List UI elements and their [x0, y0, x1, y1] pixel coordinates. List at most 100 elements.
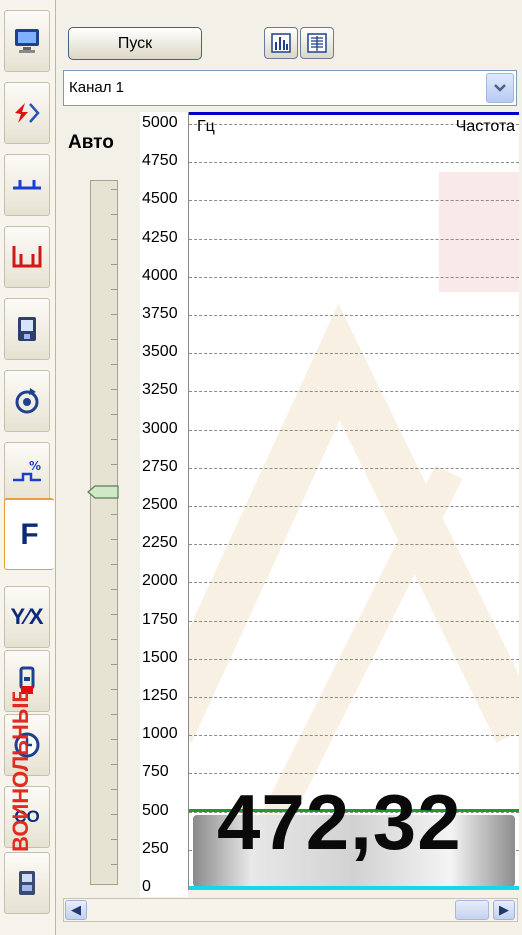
table-icon [307, 33, 327, 53]
scale-tick-label: 1000 [142, 725, 178, 743]
grid-line [189, 238, 519, 240]
grid-line [189, 658, 519, 660]
slider-tick [111, 414, 117, 415]
grid-line [189, 735, 519, 737]
grid-line [189, 620, 519, 622]
slider-tick [111, 539, 117, 540]
grid-line [189, 276, 519, 278]
monitor-icon [15, 29, 39, 53]
slider-tick [111, 464, 117, 465]
arrow-right-icon: ▶ [499, 902, 509, 918]
tab-device[interactable] [4, 852, 50, 914]
baseline-line [189, 886, 519, 890]
grid-line [189, 315, 519, 316]
unit-label: Гц [197, 118, 215, 135]
scroll-thumb[interactable] [455, 900, 489, 920]
tab-red-pulse[interactable] [4, 226, 50, 288]
scale-tick-label: 1500 [142, 648, 178, 666]
main-panel: Пуск Канал 1 Авто 5000 4750 4500 4250 4000 37… [56, 0, 522, 935]
grid-line [189, 582, 519, 584]
tab-voltage[interactable] [4, 82, 50, 144]
tab-percent[interactable]: % [4, 442, 50, 504]
tab-ratio[interactable]: Y⁄X [4, 586, 50, 648]
slider-tick [111, 664, 117, 665]
scale-tick-label: 3250 [142, 381, 178, 399]
tab-blue-pulse[interactable] [4, 154, 50, 216]
voltage-arrows-icon [15, 103, 40, 123]
grid-line [189, 353, 519, 355]
side-text: ВОИНОЛЬНЫЕ [8, 692, 32, 852]
scale-tick-label: 0 [142, 878, 151, 895]
grid-line [189, 544, 519, 546]
sidebar-tabstrip: % F Y⁄X CO ВОИНОЛЬНЫЕ [0, 0, 56, 935]
slider-tick [111, 189, 117, 190]
frequency-chart: Гц Частота 472,32 [188, 112, 519, 890]
table-view-button[interactable] [300, 27, 334, 59]
slider-tick [111, 764, 117, 765]
scale-tick-label: 2750 [142, 457, 178, 475]
slider-tick [111, 289, 117, 290]
scale-tick-label: 250 [142, 839, 169, 857]
horizontal-scrollbar[interactable]: ◀ ▶ [63, 898, 518, 922]
scroll-right-button[interactable]: ▶ [493, 900, 515, 920]
slider-tick [111, 814, 117, 815]
slider-tick [111, 439, 117, 440]
slider-tick [111, 564, 117, 565]
scale-tick-label: 750 [142, 763, 169, 781]
grid-line [189, 429, 519, 431]
grid-line [189, 697, 519, 698]
blue-pulse-icon [13, 180, 41, 190]
grid-line [189, 162, 519, 164]
scale-tick-label: 500 [142, 801, 169, 819]
slider-tick [111, 639, 117, 640]
y-over-x-icon: Y⁄X [10, 604, 44, 629]
grid-line [189, 506, 519, 507]
svg-text:%: % [29, 459, 41, 473]
chevron-down-icon[interactable] [486, 73, 514, 103]
data-logger-icon [18, 317, 36, 341]
slider-tick [111, 339, 117, 340]
scale-tick-label: 2500 [142, 496, 178, 513]
range-slider-thumb[interactable] [86, 484, 120, 499]
arrow-left-icon: ◀ [71, 902, 81, 918]
chart-view-button[interactable] [264, 27, 298, 59]
parameter-label: Частота [455, 118, 515, 135]
percent-trend-icon: % [13, 459, 41, 482]
slider-tick [111, 589, 117, 590]
grid-line [189, 467, 519, 469]
slider-tick [111, 739, 117, 740]
tab-frequency[interactable]: F [4, 498, 54, 570]
scale-tick-label: 5000 [142, 114, 178, 131]
slider-tick [111, 214, 117, 215]
tab-monitor[interactable] [4, 10, 50, 72]
scale-tick-label: 3000 [142, 419, 178, 437]
scroll-left-button[interactable]: ◀ [65, 900, 87, 920]
tab-data-logger[interactable] [4, 298, 50, 360]
scale-tick-label: 4250 [142, 228, 178, 246]
slider-tick [111, 689, 117, 690]
scale-tick-label: 4500 [142, 190, 178, 208]
slider-tick [111, 789, 117, 790]
channel-select[interactable]: Канал 1 [63, 70, 517, 106]
grid-line [189, 391, 519, 393]
scale-tick-label: 2250 [142, 534, 178, 552]
scale-tick-label: 2000 [142, 572, 178, 590]
tab-rotation[interactable] [4, 370, 50, 432]
frequency-readout: 472,32 [217, 778, 462, 866]
slider-tick [111, 314, 117, 315]
red-pulse-icon [12, 246, 42, 268]
chart-top-line [189, 112, 519, 115]
range-slider-track[interactable] [90, 180, 118, 885]
scale-tick-label: 3500 [142, 343, 178, 361]
rotation-icon [15, 388, 39, 414]
slider-tick [111, 614, 117, 615]
grid-line [189, 773, 519, 775]
scale-tick-label: 1750 [142, 610, 178, 628]
channel-select-value: Канал 1 [69, 79, 124, 96]
slider-tick [111, 264, 117, 265]
slider-tick [111, 389, 117, 390]
frequency-scale: 5000 4750 4500 4250 4000 3750 3500 3250 3000 2750… [140, 112, 188, 897]
slider-tick [111, 364, 117, 365]
scale-tick-label: 1250 [142, 687, 178, 704]
start-button[interactable]: Пуск [68, 27, 202, 60]
